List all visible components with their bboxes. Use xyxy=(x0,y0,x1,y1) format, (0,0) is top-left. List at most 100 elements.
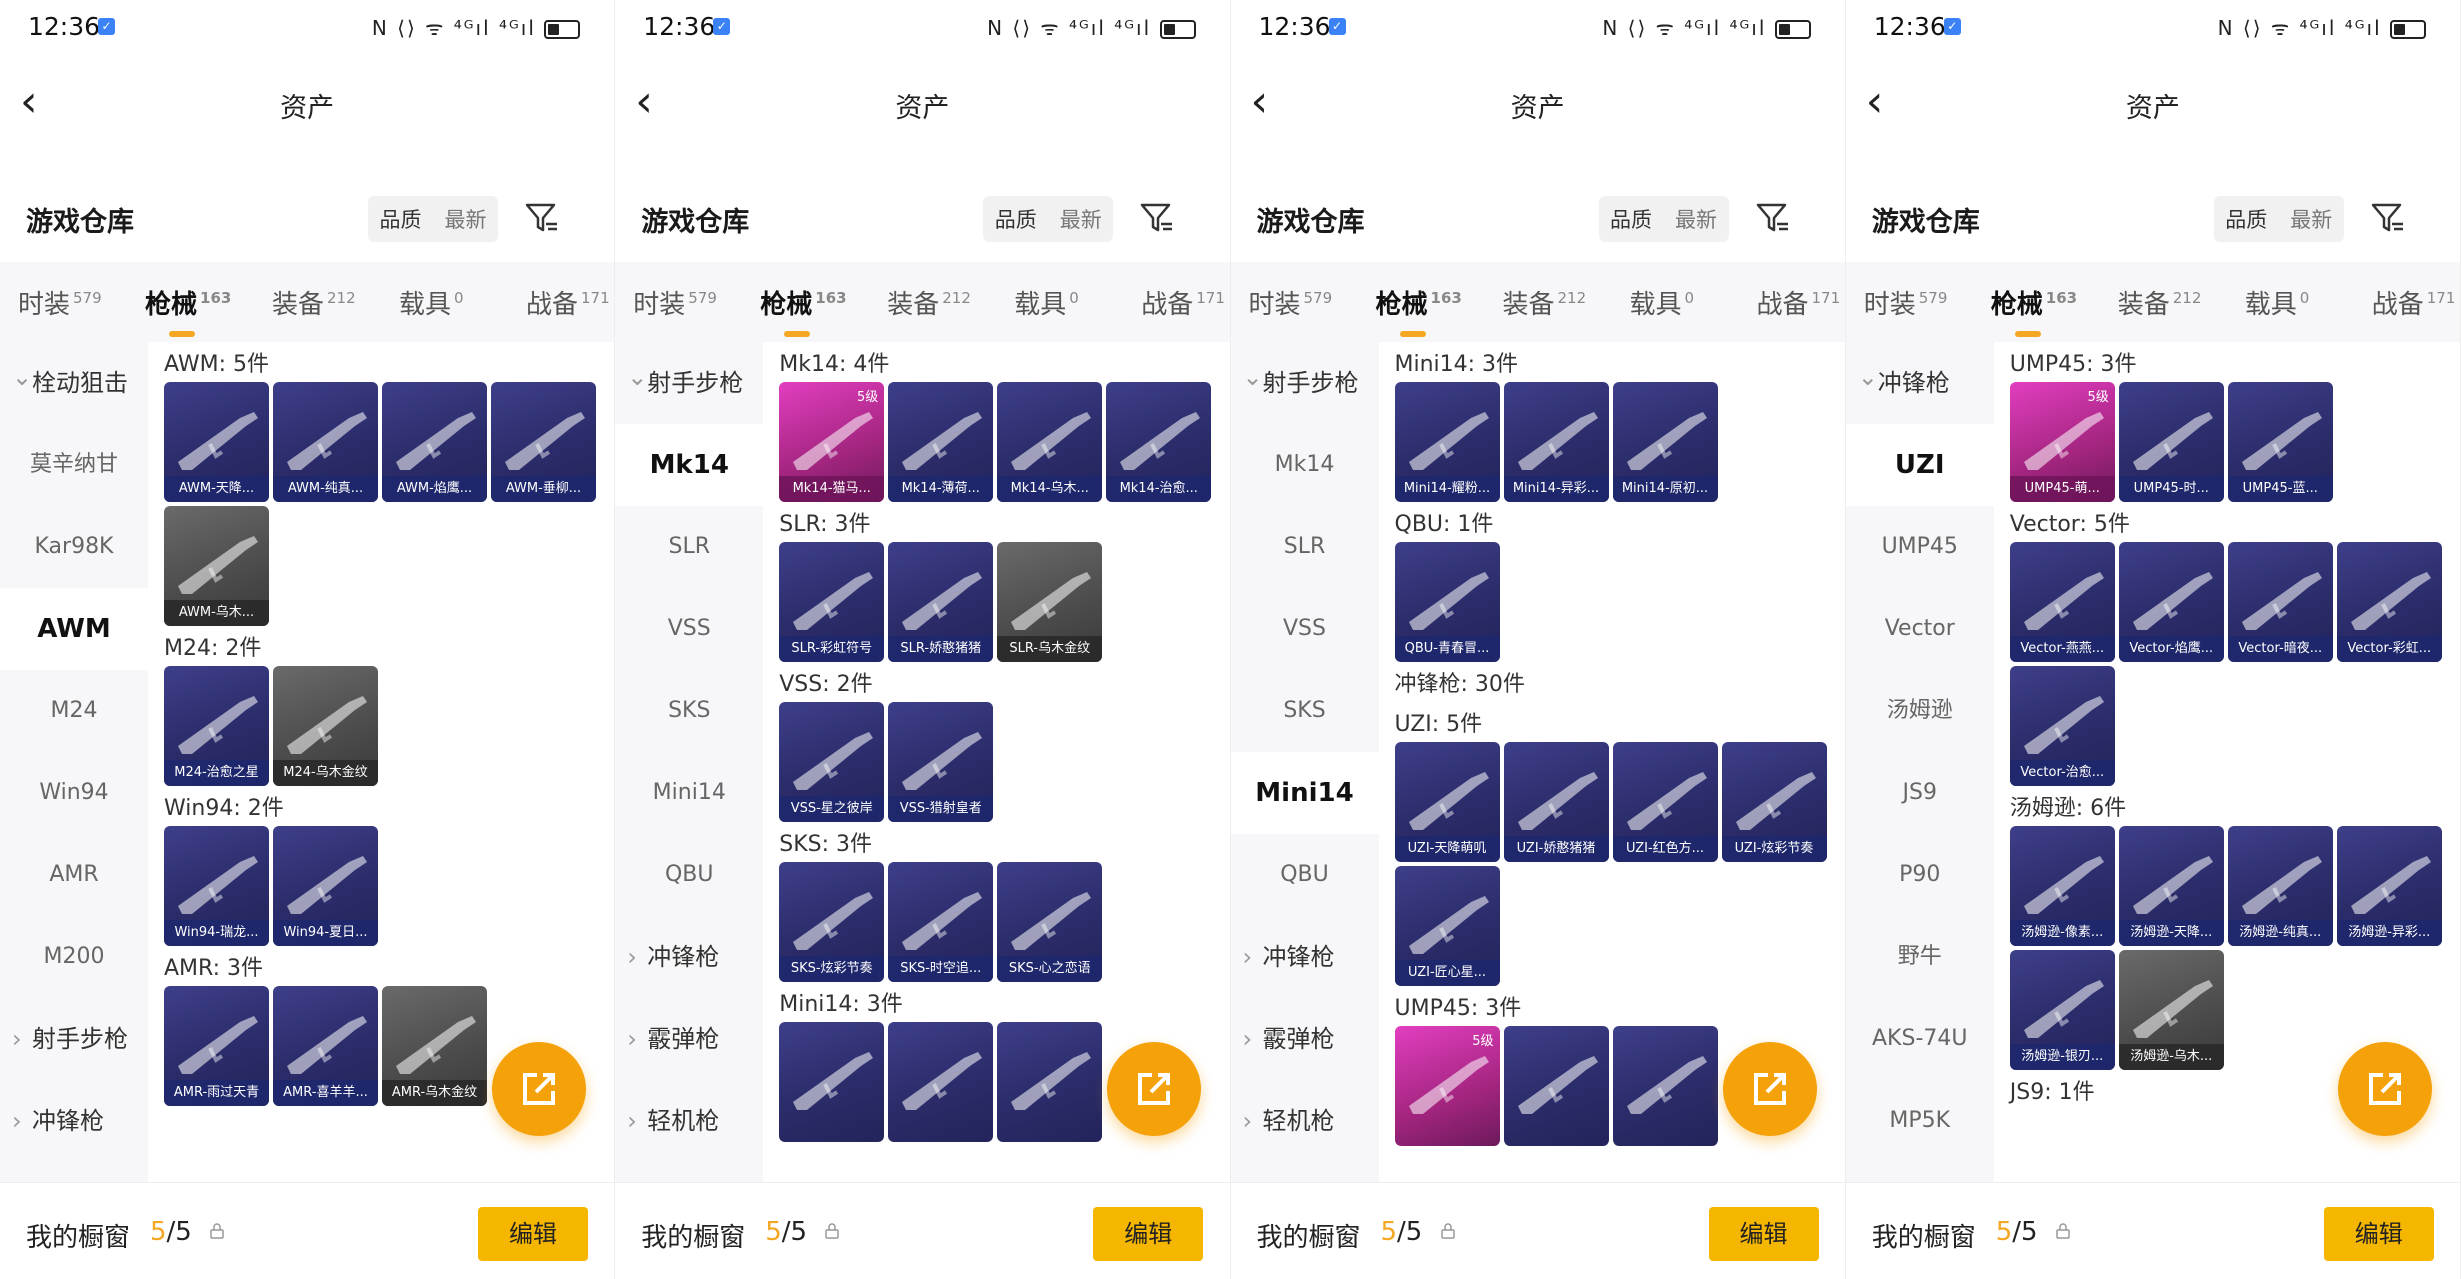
sidebar-item[interactable]: SLR xyxy=(1231,506,1379,588)
weapon-card[interactable]: UMP45-时... xyxy=(2118,382,2224,502)
tab-3[interactable]: 载具 0 xyxy=(381,284,508,321)
tab-4[interactable]: 战备 171 xyxy=(1739,284,1845,321)
sort-quality[interactable]: 品质 xyxy=(1610,204,1652,234)
weapon-card[interactable]: Mk14-治愈... xyxy=(1106,382,1212,502)
share-button[interactable] xyxy=(492,1042,586,1136)
sidebar-item[interactable]: AWM xyxy=(0,588,148,670)
tab-1[interactable]: 枪械 163 xyxy=(1358,284,1485,337)
weapon-card[interactable] xyxy=(888,1022,994,1142)
weapon-card[interactable]: VSS-星之彼岸 xyxy=(779,702,885,822)
weapon-card[interactable]: AWM-焰鹰... xyxy=(382,382,487,502)
weapon-card[interactable]: M24-治愈之星 xyxy=(164,666,269,786)
sidebar-category[interactable]: 霰弹枪 xyxy=(615,998,763,1080)
tab-3[interactable]: 载具 0 xyxy=(996,284,1123,321)
weapon-card[interactable]: Mini14-异彩... xyxy=(1503,382,1609,502)
sidebar-item[interactable]: M200 xyxy=(0,916,148,998)
weapon-card[interactable]: UZI-红色方... xyxy=(1612,742,1718,862)
sidebar-item[interactable]: UMP45 xyxy=(1846,506,1994,588)
tab-2[interactable]: 装备 212 xyxy=(2100,284,2227,321)
tab-2[interactable]: 装备 212 xyxy=(1485,284,1612,321)
sidebar-item[interactable]: Mk14 xyxy=(1231,424,1379,506)
sidebar-item[interactable]: VSS xyxy=(1231,588,1379,670)
sort-latest[interactable]: 最新 xyxy=(2290,204,2332,234)
tab-0[interactable]: 时装 579 xyxy=(615,284,742,321)
weapon-card[interactable]: Win94-夏日... xyxy=(273,826,378,946)
weapon-card[interactable]: 汤姆逊-纯真... xyxy=(2227,826,2333,946)
share-button[interactable] xyxy=(2337,1042,2432,1136)
sort-latest[interactable]: 最新 xyxy=(1675,204,1717,234)
weapon-card[interactable]: SLR-乌木金纹 xyxy=(997,542,1103,662)
weapon-card[interactable]: UZI-天降萌叽 xyxy=(1394,742,1500,862)
weapon-card[interactable]: Vector-治愈... xyxy=(2009,666,2115,786)
sort-latest[interactable]: 最新 xyxy=(445,204,487,234)
sidebar-item[interactable]: M24 xyxy=(0,670,148,752)
sidebar-item[interactable]: 汤姆逊 xyxy=(1846,670,1994,752)
sidebar-item[interactable]: QBU xyxy=(1231,834,1379,916)
sort-toggle[interactable]: 品质 最新 xyxy=(983,196,1114,242)
sidebar-category[interactable]: 轻机枪 xyxy=(1231,1080,1379,1162)
share-button[interactable] xyxy=(1722,1042,1817,1136)
weapon-card[interactable]: AWM-垂柳... xyxy=(491,382,596,502)
sidebar-category[interactable]: 冲锋枪 xyxy=(615,916,763,998)
tab-1[interactable]: 枪械 163 xyxy=(127,284,254,337)
weapon-card[interactable] xyxy=(997,1022,1103,1142)
sidebar-item[interactable]: P90 xyxy=(1846,834,1994,916)
weapon-card[interactable]: AMR-喜羊羊... xyxy=(273,986,378,1106)
tab-0[interactable]: 时装 579 xyxy=(1231,284,1358,321)
tab-0[interactable]: 时装 579 xyxy=(0,284,127,321)
sidebar-category[interactable]: 冲锋枪 xyxy=(0,1080,148,1162)
sidebar-category[interactable]: 栓动狙击 xyxy=(0,336,148,424)
tab-1[interactable]: 枪械 163 xyxy=(1973,284,2100,337)
sidebar-category[interactable]: 射手步枪 xyxy=(1231,336,1379,424)
weapon-card[interactable] xyxy=(779,1022,885,1142)
sort-quality[interactable]: 品质 xyxy=(995,204,1037,234)
weapon-card[interactable]: SKS-时空追... xyxy=(888,862,994,982)
sort-quality[interactable]: 品质 xyxy=(380,204,422,234)
weapon-card[interactable]: 汤姆逊-银刃... xyxy=(2009,950,2115,1070)
sidebar-item[interactable]: Mk14 xyxy=(615,424,764,506)
sidebar-item[interactable]: Vector xyxy=(1846,588,1994,670)
weapon-card[interactable]: 汤姆逊-异彩... xyxy=(2336,826,2442,946)
weapon-card[interactable]: AMR-乌木金纹 xyxy=(382,986,487,1106)
weapon-card[interactable]: UZI-娇憨猪猪 xyxy=(1503,742,1609,862)
sort-toggle[interactable]: 品质 最新 xyxy=(1598,196,1729,242)
tab-0[interactable]: 时装 579 xyxy=(1846,284,1973,321)
sidebar-item[interactable]: MP5K xyxy=(1846,1080,1994,1162)
tab-2[interactable]: 装备 212 xyxy=(869,284,996,321)
weapon-card[interactable]: Vector-暗夜... xyxy=(2227,542,2333,662)
weapon-card[interactable]: QBU-青春冒... xyxy=(1394,542,1500,662)
weapon-card[interactable]: VSS-猎射皇者 xyxy=(888,702,994,822)
sidebar-category[interactable]: 射手步枪 xyxy=(0,998,148,1080)
weapon-card[interactable]: AMR-雨过天青 xyxy=(164,986,269,1106)
weapon-card[interactable]: AWM-纯真... xyxy=(273,382,378,502)
weapon-card[interactable]: 5级 xyxy=(1394,1026,1500,1146)
tab-3[interactable]: 载具 0 xyxy=(2227,284,2354,321)
weapon-card[interactable]: 5级 Mk14-猫马... xyxy=(779,382,885,502)
sort-latest[interactable]: 最新 xyxy=(1060,204,1102,234)
weapon-card[interactable]: 汤姆逊-天降... xyxy=(2118,826,2224,946)
sidebar-item[interactable]: VSS xyxy=(615,588,763,670)
tab-4[interactable]: 战备 171 xyxy=(1123,284,1229,321)
tab-3[interactable]: 载具 0 xyxy=(1612,284,1739,321)
edit-button[interactable]: 编辑 xyxy=(478,1207,588,1261)
sidebar-item[interactable]: SKS xyxy=(615,670,763,752)
sidebar-item[interactable]: AMR xyxy=(0,834,148,916)
filter-icon[interactable] xyxy=(1755,200,1791,236)
tab-4[interactable]: 战备 171 xyxy=(508,284,614,321)
sort-toggle[interactable]: 品质 最新 xyxy=(368,196,498,242)
edit-button[interactable]: 编辑 xyxy=(2323,1207,2434,1261)
sidebar-item[interactable]: 莫辛纳甘 xyxy=(0,424,148,506)
weapon-card[interactable]: SKS-炫彩节奏 xyxy=(779,862,885,982)
sidebar-category[interactable]: 冲锋枪 xyxy=(1231,916,1379,998)
weapon-card[interactable]: Mini14-原初... xyxy=(1612,382,1718,502)
tab-4[interactable]: 战备 171 xyxy=(2354,284,2460,321)
weapon-card[interactable]: UZI-匠心星... xyxy=(1394,866,1500,986)
filter-icon[interactable] xyxy=(2370,200,2406,236)
weapon-card[interactable]: Win94-瑞龙... xyxy=(164,826,269,946)
weapon-card[interactable]: M24-乌木金纹 xyxy=(273,666,378,786)
sidebar-item[interactable]: 野牛 xyxy=(1846,916,1994,998)
weapon-card[interactable]: 汤姆逊-乌木... xyxy=(2118,950,2224,1070)
sidebar-item[interactable]: JS9 xyxy=(1846,752,1994,834)
sidebar-item[interactable]: SLR xyxy=(615,506,763,588)
sidebar-category[interactable]: 冲锋枪 xyxy=(1846,336,1994,424)
